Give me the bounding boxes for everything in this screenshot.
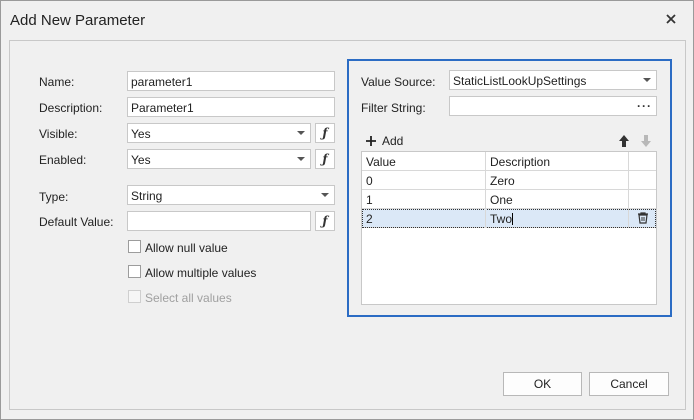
- ok-button[interactable]: OK: [503, 372, 582, 396]
- text-caret: [512, 213, 514, 225]
- dialog-title: Add New Parameter: [10, 12, 146, 29]
- cell-actions: [629, 171, 656, 190]
- cell-description[interactable]: One: [486, 190, 629, 209]
- visible-expression-button[interactable]: ƒ: [315, 123, 335, 143]
- type-select[interactable]: String: [127, 185, 335, 205]
- value-source-label: Value Source:: [361, 75, 436, 89]
- default-value-input[interactable]: [127, 211, 311, 231]
- column-header-description[interactable]: Description: [486, 152, 629, 171]
- filter-string-input[interactable]: ···: [449, 96, 657, 116]
- arrow-up-icon[interactable]: [617, 133, 631, 149]
- type-select-value: String: [131, 189, 163, 203]
- grid-header: Value Description: [362, 152, 656, 171]
- chevron-down-icon: [297, 131, 305, 135]
- close-icon[interactable]: [663, 11, 679, 27]
- select-all-label: Select all values: [145, 291, 232, 305]
- table-row[interactable]: 0 Zero: [362, 171, 656, 190]
- enabled-select[interactable]: Yes: [127, 149, 311, 169]
- name-label: Name:: [39, 75, 75, 89]
- ellipsis-icon[interactable]: ···: [637, 99, 652, 113]
- allow-null-checkbox[interactable]: [128, 240, 141, 253]
- description-input[interactable]: Parameter1: [127, 97, 335, 117]
- function-icon: ƒ: [322, 152, 328, 166]
- cell-value[interactable]: 0: [362, 171, 486, 190]
- cell-actions: [629, 209, 656, 228]
- cell-description[interactable]: Two: [486, 209, 629, 228]
- select-all-checkbox: [128, 290, 141, 303]
- enabled-label: Enabled:: [39, 153, 87, 167]
- cell-value[interactable]: 1: [362, 190, 486, 209]
- description-label: Description:: [39, 101, 103, 115]
- name-input[interactable]: parameter1: [127, 71, 335, 91]
- cell-description-text: Two: [490, 212, 513, 226]
- allow-multiple-label: Allow multiple values: [145, 266, 257, 280]
- default-value-label: Default Value:: [39, 215, 114, 229]
- visible-select[interactable]: Yes: [127, 123, 311, 143]
- cancel-button[interactable]: Cancel: [589, 372, 669, 396]
- default-value-expression-button[interactable]: ƒ: [315, 211, 335, 231]
- arrow-down-icon: [639, 133, 653, 149]
- plus-icon: [366, 136, 376, 146]
- table-row-selected[interactable]: 2 Two: [362, 209, 656, 228]
- cell-description[interactable]: Zero: [486, 171, 629, 190]
- cell-actions: [629, 190, 656, 209]
- delete-icon[interactable]: [637, 212, 649, 227]
- allow-multiple-checkbox[interactable]: [128, 265, 141, 278]
- lookup-values-grid[interactable]: Value Description 0 Zero 1 One 2 Two: [361, 151, 657, 305]
- allow-null-label: Allow null value: [145, 241, 228, 255]
- chevron-down-icon: [297, 157, 305, 161]
- visible-label: Visible:: [39, 127, 78, 141]
- visible-select-value: Yes: [131, 127, 151, 141]
- filter-string-label: Filter String:: [361, 101, 426, 115]
- add-button[interactable]: Add: [365, 133, 403, 149]
- value-source-select[interactable]: StaticListLookUpSettings: [449, 70, 657, 90]
- cell-value[interactable]: 2: [362, 209, 486, 228]
- chevron-down-icon: [321, 193, 329, 197]
- enabled-select-value: Yes: [131, 153, 151, 167]
- add-new-parameter-dialog: Add New Parameter Name: parameter1 Descr…: [0, 0, 694, 420]
- function-icon: ƒ: [322, 126, 328, 140]
- column-header-value[interactable]: Value: [362, 152, 486, 171]
- type-label: Type:: [39, 190, 69, 204]
- table-row[interactable]: 1 One: [362, 190, 656, 209]
- function-icon: ƒ: [322, 214, 328, 228]
- chevron-down-icon: [643, 78, 651, 82]
- value-source-select-value: StaticListLookUpSettings: [453, 74, 587, 88]
- add-label: Add: [382, 134, 404, 148]
- title-bar: Add New Parameter: [1, 1, 693, 39]
- enabled-expression-button[interactable]: ƒ: [315, 149, 335, 169]
- column-header-actions: [629, 152, 656, 171]
